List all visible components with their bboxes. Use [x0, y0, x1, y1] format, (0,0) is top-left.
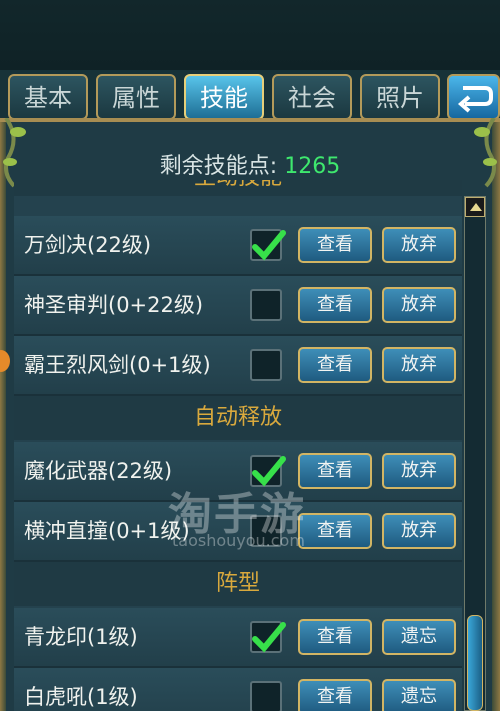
skill-row: 青龙印(1级) 查看 遗忘 — [14, 608, 462, 668]
skill-name: 横冲直撞(0+1级) — [24, 519, 190, 543]
abandon-button[interactable]: 放弃 — [382, 287, 456, 323]
remaining-label: 剩余技能点: — [159, 154, 278, 179]
skill-name: 魔化武器(22级) — [24, 459, 173, 483]
skill-checkbox[interactable] — [250, 289, 282, 321]
section-header-auto: 自动释放 — [14, 396, 462, 440]
view-button[interactable]: 查看 — [298, 453, 372, 489]
skill-checkbox[interactable] — [250, 229, 286, 261]
skill-name: 青龙印(1级) — [24, 625, 138, 649]
skill-checkbox[interactable] — [250, 681, 282, 711]
tab-attributes[interactable]: 属性 — [96, 74, 176, 120]
view-button[interactable]: 查看 — [298, 287, 372, 323]
tab-photos[interactable]: 照片 — [360, 74, 440, 120]
skill-name: 白虎吼(1级) — [24, 685, 138, 709]
abandon-button[interactable]: 放弃 — [382, 227, 456, 263]
skill-row: 霸王烈风剑(0+1级) 查看 放弃 — [14, 336, 462, 396]
skill-row: 神圣审判(0+22级) 查看 放弃 — [14, 276, 462, 336]
view-button[interactable]: 查看 — [298, 347, 372, 383]
abandon-button[interactable]: 放弃 — [382, 347, 456, 383]
section-header-active: 主动技能 — [14, 180, 462, 196]
skill-checkbox[interactable] — [250, 349, 282, 381]
back-button[interactable] — [447, 74, 500, 120]
skill-checkbox[interactable] — [250, 621, 286, 653]
skill-row: 万剑决(22级) 查看 放弃 — [14, 216, 462, 276]
scroll-up-icon[interactable] — [465, 197, 485, 217]
section-header-formation: 阵型 — [14, 562, 462, 606]
abandon-button[interactable]: 放弃 — [382, 513, 456, 549]
skill-row: 白虎吼(1级) 查看 遗忘 — [14, 668, 462, 711]
skill-list[interactable]: 主动技能 万剑决(22级) 查看 放弃 神圣审判(0+22级) 查看 放弃 霸王… — [14, 180, 462, 711]
checkmark-icon — [252, 622, 286, 653]
forget-button[interactable]: 遗忘 — [382, 619, 456, 655]
tab-social[interactable]: 社会 — [272, 74, 352, 120]
remaining-value: 1265 — [284, 154, 341, 179]
return-arrow-icon — [457, 86, 493, 113]
skill-name: 神圣审判(0+22级) — [24, 293, 204, 317]
skill-name: 万剑决(22级) — [24, 233, 152, 257]
remaining-skill-points: 剩余技能点: 1265 — [0, 148, 500, 180]
abandon-button[interactable]: 放弃 — [382, 453, 456, 489]
view-button[interactable]: 查看 — [298, 227, 372, 263]
scroll-thumb[interactable] — [467, 615, 483, 711]
forget-button[interactable]: 遗忘 — [382, 679, 456, 711]
top-bar — [0, 0, 500, 70]
view-button[interactable]: 查看 — [298, 679, 372, 711]
checkmark-icon — [252, 230, 286, 261]
view-button[interactable]: 查看 — [298, 619, 372, 655]
watermark-url: taoshouyou.com — [172, 531, 305, 550]
skill-name: 霸王烈风剑(0+1级) — [24, 353, 211, 377]
scrollbar[interactable] — [464, 196, 486, 711]
tab-basic[interactable]: 基本 — [8, 74, 88, 120]
tab-skills[interactable]: 技能 — [184, 74, 264, 120]
view-button[interactable]: 查看 — [298, 513, 372, 549]
